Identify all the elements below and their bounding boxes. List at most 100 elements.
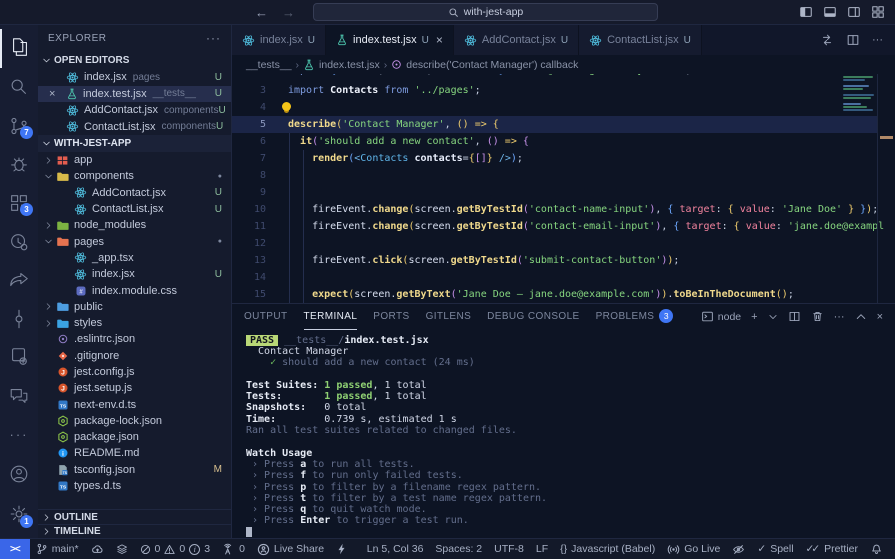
activity-explorer[interactable] — [0, 29, 38, 68]
activity-commit-graph[interactable] — [0, 299, 38, 338]
tree-item-pages[interactable]: pages ● — [38, 233, 231, 249]
layout-sidebar-right-icon[interactable] — [847, 5, 861, 19]
activity-run-debug[interactable] — [0, 145, 38, 184]
terminal-output[interactable]: PASS __tests__/index.test.jsx Contact Ma… — [232, 330, 895, 538]
tab-index.jsx[interactable]: index.jsx U — [232, 25, 327, 55]
maximize-panel-icon[interactable] — [855, 311, 867, 323]
status-bolt[interactable] — [330, 539, 353, 559]
tree-item-components[interactable]: components ● — [38, 168, 231, 184]
status-branch[interactable]: main* — [30, 539, 85, 559]
status-notifications[interactable] — [864, 539, 889, 559]
open-editor-index.test.jsx[interactable]: × index.test.jsx __tests__ U — [38, 85, 231, 102]
close-icon[interactable]: × — [49, 88, 55, 100]
status-cursor-position[interactable]: Ln 5, Col 36 — [361, 539, 430, 559]
tree-item-_app.tsx[interactable]: _app.tsx — [38, 250, 231, 266]
status-encoding[interactable]: UTF-8 — [488, 539, 530, 559]
breadcrumb-item[interactable]: __tests__ — [246, 59, 292, 71]
tree-item-node_modules[interactable]: node_modules — [38, 217, 231, 233]
layout-sidebar-left-icon[interactable] — [799, 5, 813, 19]
command-center-search[interactable]: with-jest-app — [313, 3, 658, 21]
tree-item-index.jsx[interactable]: index.jsx U — [38, 266, 231, 282]
editor-scrollbar[interactable] — [877, 74, 895, 303]
workspace-label: WITH-JEST-APP — [54, 138, 132, 149]
activity-account[interactable] — [0, 454, 38, 494]
activity-settings[interactable]: 1 — [0, 494, 38, 534]
close-icon[interactable]: × — [436, 33, 443, 47]
shell-picker[interactable]: node — [701, 310, 741, 323]
activity-source-control[interactable]: 7 — [0, 106, 38, 145]
forward-arrow-icon[interactable]: → — [282, 5, 295, 20]
open-editor-ContactList.jsx[interactable]: ContactList.jsx components U — [38, 119, 231, 136]
close-panel-icon[interactable]: × — [877, 311, 883, 323]
status-ports[interactable]: 0 — [216, 539, 251, 559]
explorer-more-actions-icon[interactable]: ··· — [206, 31, 221, 45]
kill-terminal-icon[interactable] — [811, 310, 824, 323]
remote-indicator[interactable]: >< — [0, 539, 30, 559]
open-editors-section[interactable]: OPEN EDITORS — [38, 51, 231, 69]
layout-panel-icon[interactable] — [823, 5, 837, 19]
activity-extensions[interactable]: 3 — [0, 184, 38, 223]
panel-tab-problems[interactable]: PROBLEMS 3 — [596, 304, 674, 330]
tree-item-app[interactable]: app — [38, 152, 231, 168]
panel-tab-output[interactable]: OUTPUT — [244, 304, 288, 330]
status-indentation[interactable]: Spaces: 2 — [429, 539, 488, 559]
panel-tab-terminal[interactable]: TERMINAL — [303, 304, 358, 330]
new-terminal-icon[interactable]: + — [751, 311, 757, 323]
panel-tab-gitlens[interactable]: GITLENS — [426, 304, 472, 330]
breadcrumb-item[interactable]: describe('Contact Manager') callback — [391, 59, 578, 71]
tree-item-package.json[interactable]: package.json — [38, 429, 231, 445]
status-problems[interactable]: 00i3 — [134, 539, 217, 559]
tab-ContactList.jsx[interactable]: ContactList.jsx U — [579, 25, 702, 55]
shell-picker-icon[interactable] — [768, 312, 778, 322]
tree-item-package-lock.json[interactable]: package-lock.json — [38, 413, 231, 429]
tab-index.test.jsx[interactable]: index.test.jsx U × — [326, 25, 454, 55]
status-eol[interactable]: LF — [530, 539, 554, 559]
status-publish[interactable] — [85, 539, 110, 559]
status-go-live[interactable]: Go Live — [661, 539, 726, 559]
compare-icon[interactable] — [820, 33, 834, 47]
activity-live-share[interactable] — [0, 222, 38, 261]
tree-item-index.module.css[interactable]: # index.module.css — [38, 282, 231, 298]
tree-item-jest.setup.js[interactable]: Jjest.setup.js — [38, 380, 231, 396]
status-spell[interactable]: ✓ Spell — [751, 539, 799, 559]
tree-item-tsconfig.json[interactable]: TS tsconfig.json M — [38, 462, 231, 478]
activity-comments[interactable] — [0, 377, 38, 416]
more-icon[interactable]: ··· — [872, 34, 883, 46]
outline-section[interactable]: OUTLINE — [38, 510, 231, 524]
minimap[interactable] — [843, 76, 875, 112]
tree-item-AddContact.jsx[interactable]: AddContact.jsx U — [38, 185, 231, 201]
tree-item-styles[interactable]: styles — [38, 315, 231, 331]
lightbulb-icon[interactable] — [282, 101, 291, 111]
status-prettier[interactable]: ✓✓ Prettier — [800, 539, 864, 559]
tree-item-.eslintrc.json[interactable]: .eslintrc.json — [38, 331, 231, 347]
open-editor-index.jsx[interactable]: index.jsx pages U — [38, 69, 231, 86]
split-editor-icon[interactable] — [846, 33, 860, 47]
status-gitlens[interactable] — [110, 539, 134, 559]
status-live-share[interactable]: Live Share — [251, 539, 330, 559]
layout-customize-icon[interactable] — [871, 5, 885, 19]
workspace-folder-header[interactable]: WITH-JEST-APP — [38, 135, 231, 152]
back-arrow-icon[interactable]: ← — [255, 5, 268, 20]
more-icon[interactable]: ··· — [834, 311, 845, 323]
code-editor[interactable]: 2import { render, screen, fireEvent } fr… — [232, 74, 895, 303]
timeline-section[interactable]: TIMELINE — [38, 524, 231, 538]
tree-item-ContactList.jsx[interactable]: ContactList.jsx U — [38, 201, 231, 217]
status-language[interactable]: {} Javascript (Babel) — [554, 539, 661, 559]
split-terminal-icon[interactable] — [788, 310, 801, 323]
breadcrumb-item[interactable]: index.test.jsx — [303, 59, 380, 71]
tree-item-jest.config.js[interactable]: Jjest.config.js — [38, 364, 231, 380]
activity-search[interactable] — [0, 68, 38, 107]
tree-item-README.md[interactable]: i README.md — [38, 445, 231, 461]
activity-share[interactable] — [0, 261, 38, 300]
tree-item-next-env.d.ts[interactable]: TS next-env.d.ts — [38, 396, 231, 412]
tree-item-public[interactable]: public — [38, 299, 231, 315]
panel-tab-ports[interactable]: PORTS — [373, 304, 409, 330]
activity-more[interactable]: ··· — [0, 415, 38, 454]
status-exclude[interactable] — [726, 539, 751, 559]
open-editor-AddContact.jsx[interactable]: AddContact.jsx components U — [38, 102, 231, 119]
tree-item-types.d.ts[interactable]: TS types.d.ts — [38, 478, 231, 494]
tab-AddContact.jsx[interactable]: AddContact.jsx U — [453, 25, 580, 55]
panel-tab-debug-console[interactable]: DEBUG CONSOLE — [487, 304, 579, 330]
tree-item-.gitignore[interactable]: .gitignore — [38, 348, 231, 364]
activity-remote-runner[interactable] — [0, 338, 38, 377]
